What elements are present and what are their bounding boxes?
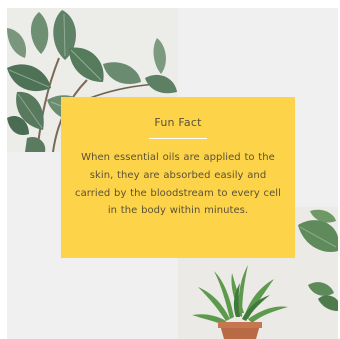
fun-fact-card: Fun Fact When essential oils are applied… bbox=[7, 8, 338, 339]
fun-fact-title: Fun Fact bbox=[154, 116, 202, 129]
fun-fact-box: Fun Fact When essential oils are applied… bbox=[61, 97, 295, 258]
fun-fact-text: When essential oils are applied to the s… bbox=[75, 152, 281, 217]
title-divider bbox=[149, 138, 207, 139]
